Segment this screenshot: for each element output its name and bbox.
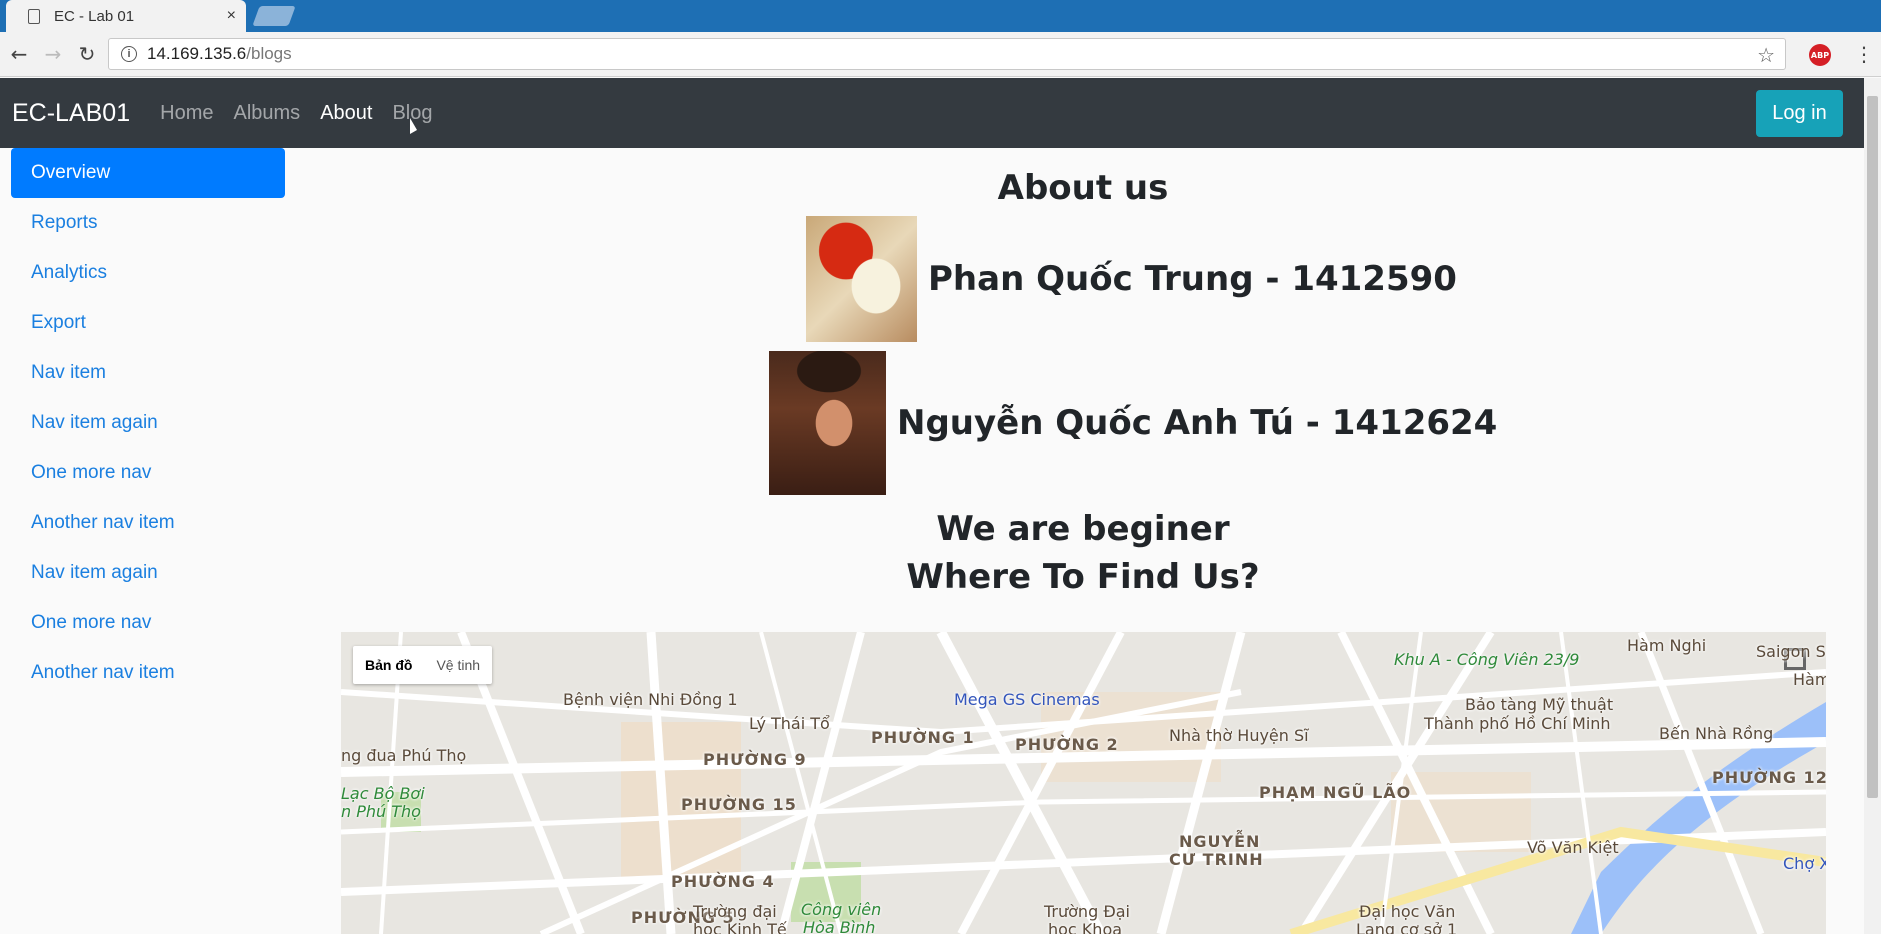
back-icon[interactable]: ← [4, 42, 34, 66]
map-label: Lạc Bộ Bơi [341, 784, 425, 803]
map-label: Bến Nhà Rồng [1659, 724, 1774, 743]
sidebar-item-nav-item-again-2[interactable]: Nav item again [0, 548, 290, 598]
map-label: CƯ TRINH [1169, 850, 1264, 869]
map-label: NGUYỄN [1179, 832, 1261, 851]
browser-toolbar: ← → ↻ i 14.169.135.6 /blogs ☆ [0, 32, 1881, 77]
map-label: PHƯỜNG 9 [703, 750, 807, 769]
brand-logo[interactable]: EC-LAB01 [12, 99, 130, 128]
map-label: Đại học Văn [1359, 902, 1456, 921]
member-name: Nguyễn Quốc Anh Tú - 1412624 [897, 403, 1498, 443]
page-icon [28, 8, 40, 24]
map-label: học Kinh Tế [693, 920, 787, 934]
url-host: 14.169.135.6 [147, 44, 247, 63]
map-label: Bệnh viện Nhi Đồng 1 [563, 690, 738, 709]
login-button[interactable]: Log in [1756, 90, 1843, 137]
new-tab-button[interactable] [252, 6, 296, 26]
member-row: Phan Quốc Trung - 1412590 [806, 216, 1457, 342]
tagline-text: We are beginer [936, 509, 1230, 549]
menu-icon[interactable]: ⋮ [1854, 42, 1874, 66]
map-label: Võ Văn Kiệt [1527, 838, 1619, 857]
adblock-icon[interactable]: ABP [1809, 44, 1831, 66]
map-label: Mega GS Cinemas [954, 690, 1100, 709]
sidebar-item-export[interactable]: Export [0, 298, 290, 348]
google-map[interactable]: Bản đồ Vệ tinh Bệnh viện Nhi Đồng 1 Mega… [341, 632, 1826, 934]
map-label: Nhà thờ Huyện Sĩ [1169, 726, 1309, 745]
find-us-heading: Where To Find Us? [906, 557, 1260, 597]
tagline: We are beginer Where To Find Us? [341, 505, 1825, 601]
map-label: học Khoa [1048, 920, 1123, 934]
member-name: Phan Quốc Trung - 1412590 [928, 259, 1457, 299]
sidebar-item-analytics[interactable]: Analytics [0, 248, 290, 298]
map-label: PHƯỜNG 2 [1015, 735, 1119, 754]
sidebar: Overview Reports Analytics Export Nav it… [0, 148, 290, 698]
map-roads [341, 632, 1826, 934]
sidebar-item-overview[interactable]: Overview [11, 148, 285, 198]
map-label: Hòa Bình [803, 918, 876, 934]
sidebar-item-one-more-nav[interactable]: One more nav [0, 448, 290, 498]
sidebar-item-reports[interactable]: Reports [0, 198, 290, 248]
map-label: Thành phố Hồ Chí Minh [1424, 714, 1611, 733]
mouse-cursor-icon [410, 118, 417, 134]
page-scrollbar[interactable] [1864, 78, 1881, 934]
map-label: Khu A - Công Viên 23/9 [1394, 650, 1580, 669]
browser-tab-bar: EC - Lab 01 × [0, 0, 1881, 32]
map-label: ng đua Phú Thọ [341, 746, 467, 765]
map-type-control: Bản đồ Vệ tinh [353, 646, 493, 684]
sidebar-item-nav-item[interactable]: Nav item [0, 348, 290, 398]
map-label: n Phú Thọ [341, 802, 421, 821]
site-navbar: EC-LAB01 Home Albums About Blog Log in [0, 78, 1864, 148]
map-label: Chợ X [1783, 854, 1826, 873]
sidebar-item-another-nav-item[interactable]: Another nav item [0, 498, 290, 548]
nav-about[interactable]: About [320, 102, 372, 125]
map-label: Trường đại [693, 902, 777, 921]
sidebar-item-another-nav-item-2[interactable]: Another nav item [0, 648, 290, 698]
map-label: Trường Đại [1044, 902, 1130, 921]
sidebar-item-nav-item-again[interactable]: Nav item again [0, 398, 290, 448]
map-label: Bảo tàng Mỹ thuật [1465, 695, 1614, 714]
map-type-map[interactable]: Bản đồ [353, 657, 424, 673]
sidebar-item-one-more-nav-2[interactable]: One more nav [0, 598, 290, 648]
map-label: Lang cơ sở 1 [1356, 920, 1458, 934]
page-title: About us [997, 168, 1169, 208]
star-icon[interactable]: ☆ [1757, 43, 1775, 68]
map-label: Công viên [801, 900, 882, 919]
map-type-satellite[interactable]: Vệ tinh [424, 657, 492, 673]
close-tab-icon[interactable]: × [227, 7, 236, 25]
member-row: Nguyễn Quốc Anh Tú - 1412624 [769, 351, 1497, 495]
info-icon[interactable]: i [121, 46, 137, 62]
tab-title: EC - Lab 01 [54, 7, 135, 25]
map-label: Saigon Sk [1756, 642, 1826, 661]
url-path: /blogs [246, 44, 292, 63]
member-photo [769, 351, 886, 495]
map-label: PHƯỜNG 4 [671, 872, 775, 891]
map-label: PHƯỜNG 15 [681, 795, 797, 814]
address-bar[interactable]: i 14.169.135.6 /blogs ☆ [108, 38, 1786, 70]
nav-home[interactable]: Home [160, 102, 213, 125]
map-label: Hàm Nghi [1627, 636, 1707, 655]
map-label: Hàm T [1793, 670, 1826, 689]
member-photo [806, 216, 917, 342]
map-label: PHẠM NGŨ LÃO [1259, 783, 1412, 802]
browser-tab[interactable]: EC - Lab 01 × [6, 0, 246, 32]
nav-albums[interactable]: Albums [233, 102, 300, 125]
forward-icon[interactable]: → [38, 42, 68, 66]
reload-icon[interactable]: ↻ [72, 42, 102, 66]
map-label: PHƯỜNG 12 [1712, 768, 1826, 787]
map-label: PHƯỜNG 1 [871, 728, 975, 747]
scrollbar-thumb[interactable] [1867, 96, 1878, 798]
map-label: Lý Thái Tổ [749, 714, 830, 733]
